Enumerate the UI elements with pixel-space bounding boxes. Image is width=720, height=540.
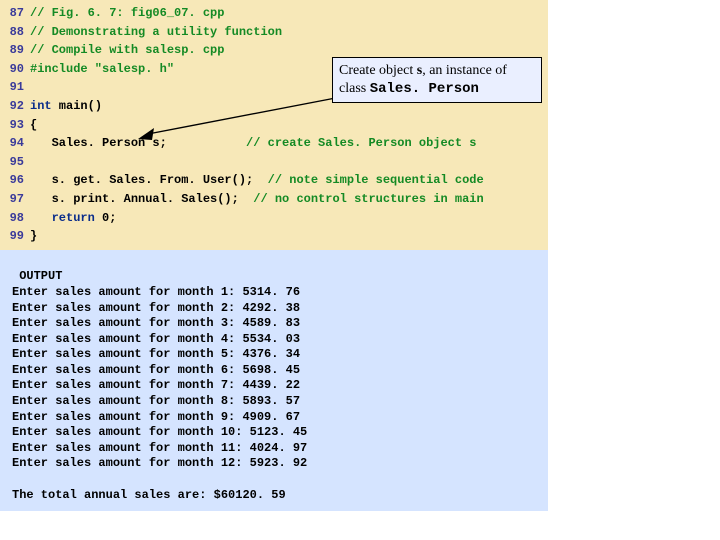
line-number: 88	[0, 23, 30, 42]
code-line: 97 s. print. Annual. Sales(); // no cont…	[0, 190, 548, 209]
code-text: s. get. Sales. From. User(); // note sim…	[30, 171, 484, 190]
code-line: 96 s. get. Sales. From. User(); // note …	[0, 171, 548, 190]
code-text: {	[30, 116, 37, 135]
line-number: 92	[0, 97, 30, 116]
callout-text: Create object s, an instance of class Sa…	[339, 63, 507, 96]
line-number: 90	[0, 60, 30, 79]
line-number: 89	[0, 41, 30, 60]
code-text: // Fig. 6. 7: fig06_07. cpp	[30, 4, 224, 23]
code-text: #include "salesp. h"	[30, 60, 174, 79]
line-number: 94	[0, 134, 30, 153]
line-number: 97	[0, 190, 30, 209]
code-text: int main()	[30, 97, 102, 116]
code-text: return 0;	[30, 209, 116, 228]
line-number: 96	[0, 171, 30, 190]
output-lines: Enter sales amount for month 1: 5314. 76…	[12, 285, 548, 472]
line-number: 91	[0, 78, 30, 97]
code-line: 94 Sales. Person s; // create Sales. Per…	[0, 134, 548, 153]
code-text: }	[30, 227, 37, 246]
code-text: // Compile with salesp. cpp	[30, 41, 224, 60]
code-line: 98 return 0;	[0, 209, 548, 228]
code-line: 95	[0, 153, 548, 172]
line-number: 87	[0, 4, 30, 23]
code-text: s. print. Annual. Sales(); // no control…	[30, 190, 484, 209]
code-text: Sales. Person s; // create Sales. Person…	[30, 134, 476, 153]
code-line: 93{	[0, 116, 548, 135]
code-line: 87// Fig. 6. 7: fig06_07. cpp	[0, 4, 548, 23]
callout-box: Create object s, an instance of class Sa…	[332, 57, 542, 103]
code-panel: 87// Fig. 6. 7: fig06_07. cpp88// Demons…	[0, 0, 548, 250]
line-number: 99	[0, 227, 30, 246]
code-line: 88// Demonstrating a utility function	[0, 23, 548, 42]
line-number: 95	[0, 153, 30, 172]
output-footer: The total annual sales are: $60120. 59	[12, 488, 548, 504]
line-number: 93	[0, 116, 30, 135]
code-line: 99}	[0, 227, 548, 246]
line-number: 98	[0, 209, 30, 228]
output-header: OUTPUT	[12, 269, 548, 285]
code-text: // Demonstrating a utility function	[30, 23, 282, 42]
output-panel: OUTPUTEnter sales amount for month 1: 53…	[0, 250, 548, 512]
